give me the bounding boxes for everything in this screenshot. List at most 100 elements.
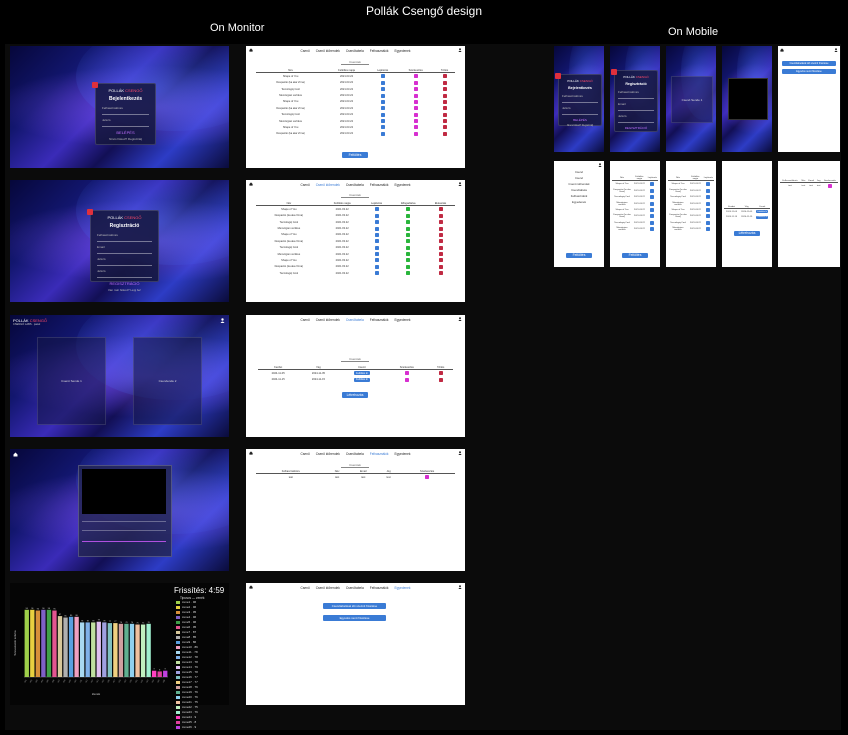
nav-item[interactable]: Egyedenek [395,452,411,456]
accept-icon[interactable] [406,220,411,225]
play-icon[interactable] [706,188,711,193]
song-select-button[interactable]: Feltöltés ki [354,371,370,376]
nav-item[interactable]: Csenő [301,49,310,53]
mobile-reg-username[interactable]: Felhasználónév [618,90,654,99]
play-icon[interactable] [380,119,385,123]
picker-left-card[interactable]: Csenő Sende 1 [37,337,106,425]
play-icon[interactable] [380,112,385,117]
play-icon[interactable] [380,106,385,111]
delete-icon[interactable] [442,106,447,111]
delete-icon[interactable] [442,99,447,104]
user-icon[interactable] [458,182,462,186]
nav-item[interactable]: Csenő [301,183,310,187]
mobile-password-field[interactable]: Jelszó [562,106,598,115]
song-select-button[interactable]: Feltöltés ki [756,210,768,214]
user-icon[interactable] [458,451,462,455]
accept-icon[interactable] [406,207,411,212]
reject-icon[interactable] [438,264,443,269]
mobile-reg-password[interactable]: Jelszó [618,114,654,123]
song-select-button[interactable]: Feltöltés ki [354,377,370,382]
edit-icon[interactable] [413,93,418,98]
delete-icon[interactable] [442,119,447,123]
reg-email-field[interactable]: Email [97,245,152,254]
edit-icon[interactable] [413,131,418,136]
user-icon[interactable] [458,317,462,321]
accept-icon[interactable] [406,264,411,269]
password-field[interactable]: Jelszó [102,118,149,127]
song-select-button[interactable]: Feltöltés ki [756,215,768,219]
refresh-songs-button[interactable]: Egyedos nenű frissítése [323,615,386,621]
reject-icon[interactable] [438,232,443,237]
play-icon[interactable] [374,213,379,218]
user-icon[interactable] [834,48,838,52]
edit-icon[interactable] [404,377,409,382]
nav-item[interactable]: Csenő időrendek [316,452,340,456]
register-link[interactable]: Nincs fiókod? Regisztrálj [96,137,155,141]
play-icon[interactable] [380,93,385,98]
edit-icon[interactable] [413,119,418,123]
nav-item[interactable]: Csenő [301,586,310,590]
play-icon[interactable] [650,207,655,212]
mobile-register-button[interactable]: REGISZTRÁCIÓ [615,126,657,130]
nav-item[interactable]: Felhasználók [370,586,389,590]
reg-password-field[interactable]: Jelszó [97,257,152,266]
delete-icon[interactable] [438,377,443,382]
play-icon[interactable] [706,195,711,200]
tab-tabela[interactable]: Csenőek [341,357,369,362]
play-icon[interactable] [650,195,655,200]
tab-songs[interactable]: Csenőek [341,60,369,65]
reject-icon[interactable] [438,245,443,250]
play-icon[interactable] [706,182,711,187]
tab-users[interactable]: Csenőek [341,463,369,468]
play-icon[interactable] [650,188,655,193]
edit-icon[interactable] [413,125,418,130]
reg-password2-field[interactable]: Jelszó [97,269,152,278]
play-icon[interactable] [374,232,379,237]
play-icon[interactable] [706,201,711,206]
play-icon[interactable] [374,271,379,276]
reject-icon[interactable] [438,258,443,263]
nav-item[interactable]: Felhasználók [370,452,389,456]
play-icon[interactable] [650,214,655,219]
delete-icon[interactable] [438,371,443,376]
delete-icon[interactable] [442,80,447,85]
mobile-refresh-songs[interactable]: Egyedos nenű frissítése [782,69,836,74]
mobile-menu-item[interactable]: Egyedenek [554,199,604,205]
nav-item[interactable]: Egyedenek [395,586,411,590]
play-icon[interactable] [706,207,711,212]
mobile-upload-button-2[interactable]: Feltöltés [622,253,648,258]
picker-right-card[interactable]: Csenőende 2 [133,337,202,425]
reject-icon[interactable] [438,226,443,231]
edit-icon[interactable] [413,87,418,92]
reject-icon[interactable] [438,239,443,244]
create-button[interactable]: Létrehozás [342,392,368,398]
delete-icon[interactable] [442,125,447,130]
tab-schedule[interactable]: Csenőek [341,193,369,198]
play-icon[interactable] [650,227,655,231]
delete-icon[interactable] [442,87,447,92]
nav-item[interactable]: Felhasználók [370,183,389,187]
reject-icon[interactable] [438,207,443,212]
nav-item[interactable]: Csenőtabela [346,452,364,456]
edit-icon[interactable] [413,74,418,79]
play-icon[interactable] [374,207,379,212]
login-link[interactable]: Van már fiókod? Lépj be! [91,288,158,292]
nav-item[interactable]: Csenő időrendek [316,586,340,590]
user-icon[interactable] [598,163,602,167]
nav-item[interactable]: Felhasználók [370,49,389,53]
accept-icon[interactable] [406,232,411,237]
edit-icon[interactable] [404,371,409,376]
play-icon[interactable] [380,125,385,130]
nav-item[interactable]: Csenő időrendek [316,318,340,322]
accept-icon[interactable] [406,271,411,276]
play-icon[interactable] [380,74,385,79]
play-icon[interactable] [380,80,385,85]
edit-icon[interactable] [413,99,418,104]
delete-icon[interactable] [442,112,447,117]
user-icon[interactable] [458,48,462,52]
delete-icon[interactable] [442,74,447,79]
home-icon[interactable] [780,48,784,52]
play-icon[interactable] [374,258,379,263]
register-button[interactable]: REGISZTRÁCIÓ [91,281,158,286]
nav-item[interactable]: Egyedenek [395,318,411,322]
